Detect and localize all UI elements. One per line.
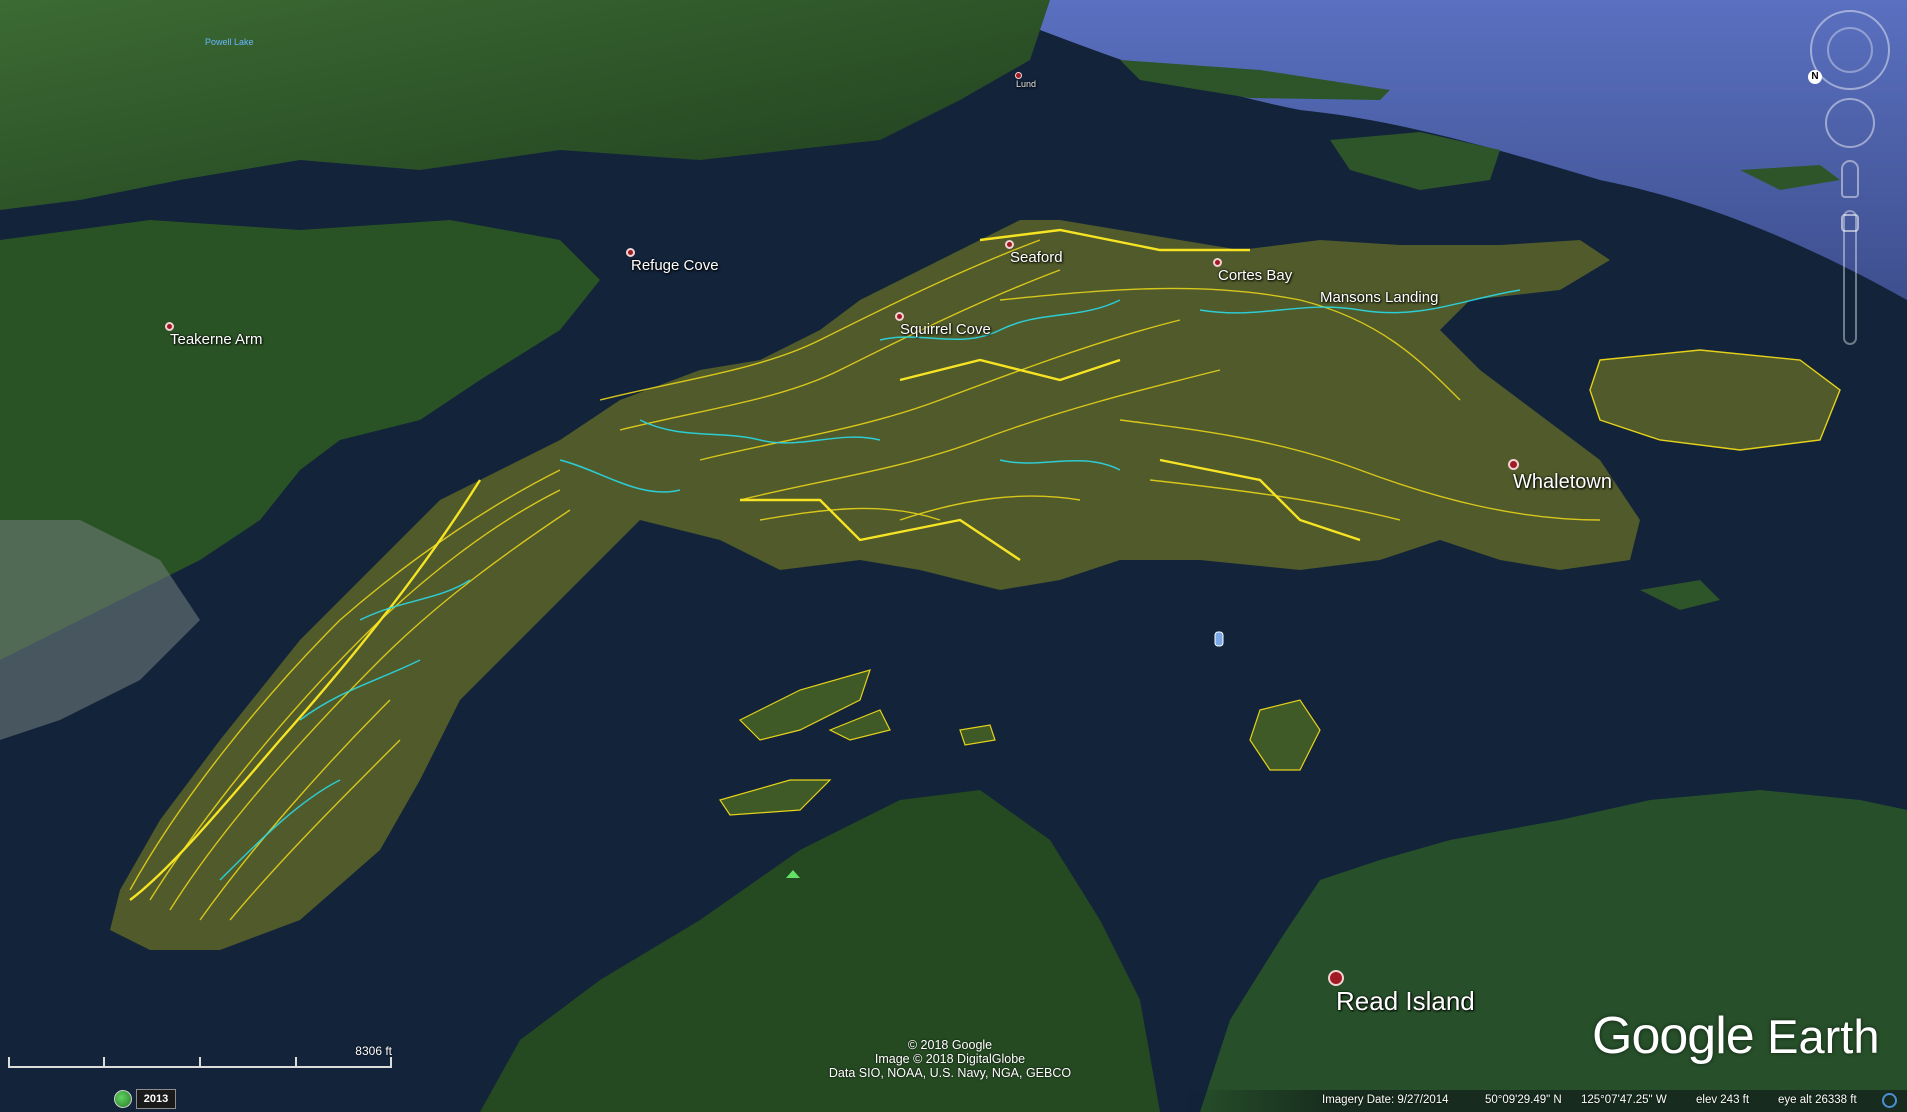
place-dot-icon bbox=[1005, 240, 1014, 249]
map-viewport[interactable] bbox=[0, 0, 1907, 1112]
eye-altitude-readout: eye alt 26338 ft bbox=[1778, 1094, 1857, 1106]
look-joystick-icon[interactable] bbox=[1825, 98, 1875, 148]
scale-tick bbox=[199, 1057, 201, 1068]
place-powell-lake[interactable]: Powell Lake bbox=[205, 38, 254, 47]
compass-inner-ring bbox=[1827, 27, 1873, 73]
navigation-controls: N bbox=[1805, 10, 1895, 350]
status-bar: Imagery Date: 9/27/2014 50°09'29.49" N 1… bbox=[0, 1090, 1907, 1112]
logo-word-google: Google bbox=[1592, 1007, 1755, 1065]
place-read-island[interactable]: Read Island bbox=[1328, 970, 1475, 1014]
scale-tick bbox=[8, 1057, 10, 1068]
scale-tick bbox=[103, 1057, 105, 1068]
scale-bar: 8306 ft bbox=[8, 1044, 392, 1084]
credit-line: Data SIO, NOAA, U.S. Navy, NGA, GEBCO bbox=[828, 1066, 1072, 1080]
north-arrow-icon[interactable]: N bbox=[1808, 70, 1822, 84]
streaming-status-icon bbox=[1882, 1093, 1897, 1108]
credit-line: Image © 2018 DigitalGlobe bbox=[874, 1052, 1026, 1066]
info-marker-icon[interactable] bbox=[1214, 631, 1224, 647]
latitude-readout: 50°09'29.49" N bbox=[1485, 1094, 1562, 1106]
pegman-icon[interactable] bbox=[1841, 160, 1859, 198]
place-seaford[interactable]: Seaford bbox=[1005, 240, 1063, 265]
scale-tick bbox=[295, 1057, 297, 1068]
scale-tick bbox=[390, 1057, 392, 1068]
zoom-slider-thumb[interactable] bbox=[1841, 214, 1859, 232]
place-dot-icon bbox=[895, 312, 904, 321]
imagery-date: Imagery Date: 9/27/2014 bbox=[1322, 1094, 1449, 1106]
scale-label: 8306 ft bbox=[355, 1044, 392, 1058]
place-dot-icon bbox=[1328, 970, 1344, 986]
place-dot-icon bbox=[1213, 258, 1222, 267]
place-whaletown[interactable]: Whaletown bbox=[1508, 459, 1612, 492]
place-lund[interactable]: Lund bbox=[1015, 72, 1036, 89]
place-teakerne-arm[interactable]: Teakerne Arm bbox=[165, 322, 263, 347]
logo-word-earth: Earth bbox=[1767, 1010, 1880, 1063]
place-mansons-landing[interactable]: Mansons Landing bbox=[1320, 290, 1438, 305]
place-refuge-cove[interactable]: Refuge Cove bbox=[626, 248, 719, 273]
longitude-readout: 125°07'47.25" W bbox=[1581, 1094, 1667, 1106]
imagery-credits: © 2018 Google Image © 2018 DigitalGlobe … bbox=[790, 1038, 1110, 1080]
place-dot-icon bbox=[1015, 72, 1022, 79]
elevation-readout: elev 243 ft bbox=[1696, 1094, 1750, 1106]
place-squirrel-cove[interactable]: Squirrel Cove bbox=[895, 312, 991, 337]
place-cortes-bay[interactable]: Cortes Bay bbox=[1213, 258, 1292, 283]
place-dot-icon bbox=[165, 322, 174, 331]
place-dot-icon bbox=[626, 248, 635, 257]
place-dot-icon bbox=[1508, 459, 1519, 470]
credit-line: © 2018 Google bbox=[907, 1038, 993, 1052]
google-earth-logo: Google Earth bbox=[1592, 1006, 1879, 1066]
